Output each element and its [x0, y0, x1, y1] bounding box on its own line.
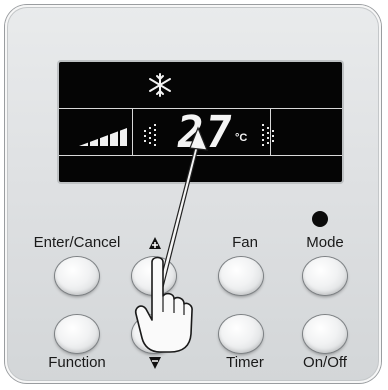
timer-label: Timer [226, 354, 264, 371]
thermostat-panel: 27 °C Enter/Cancel Fan Mode Function Tim… [5, 5, 381, 383]
lcd-display: 27 °C [59, 62, 342, 182]
snowflake-icon [149, 73, 171, 97]
temperature-unit: °C [235, 132, 248, 144]
fan-speed-icon [262, 124, 274, 146]
triangle-up-plus-icon [149, 237, 161, 249]
on-off-label: On/Off [303, 354, 347, 371]
function-label: Function [48, 354, 106, 371]
temperature-readout: 27 [173, 107, 238, 158]
function-button[interactable] [55, 315, 99, 353]
mode-label: Mode [306, 234, 344, 251]
fan-speed-icon [144, 124, 156, 146]
on-off-button[interactable] [303, 315, 347, 353]
fan-button[interactable] [219, 257, 263, 295]
up-button[interactable] [132, 257, 176, 295]
down-button[interactable] [132, 315, 176, 353]
mode-button[interactable] [303, 257, 347, 295]
enter-cancel-button[interactable] [55, 257, 99, 295]
mode-indicator-dot [312, 211, 328, 227]
timer-button[interactable] [219, 315, 263, 353]
signal-strength-icon [79, 124, 127, 148]
enter-cancel-label: Enter/Cancel [33, 234, 121, 251]
triangle-down-icon [149, 357, 161, 369]
lcd-divider-left [132, 108, 133, 156]
fan-label: Fan [232, 234, 258, 251]
